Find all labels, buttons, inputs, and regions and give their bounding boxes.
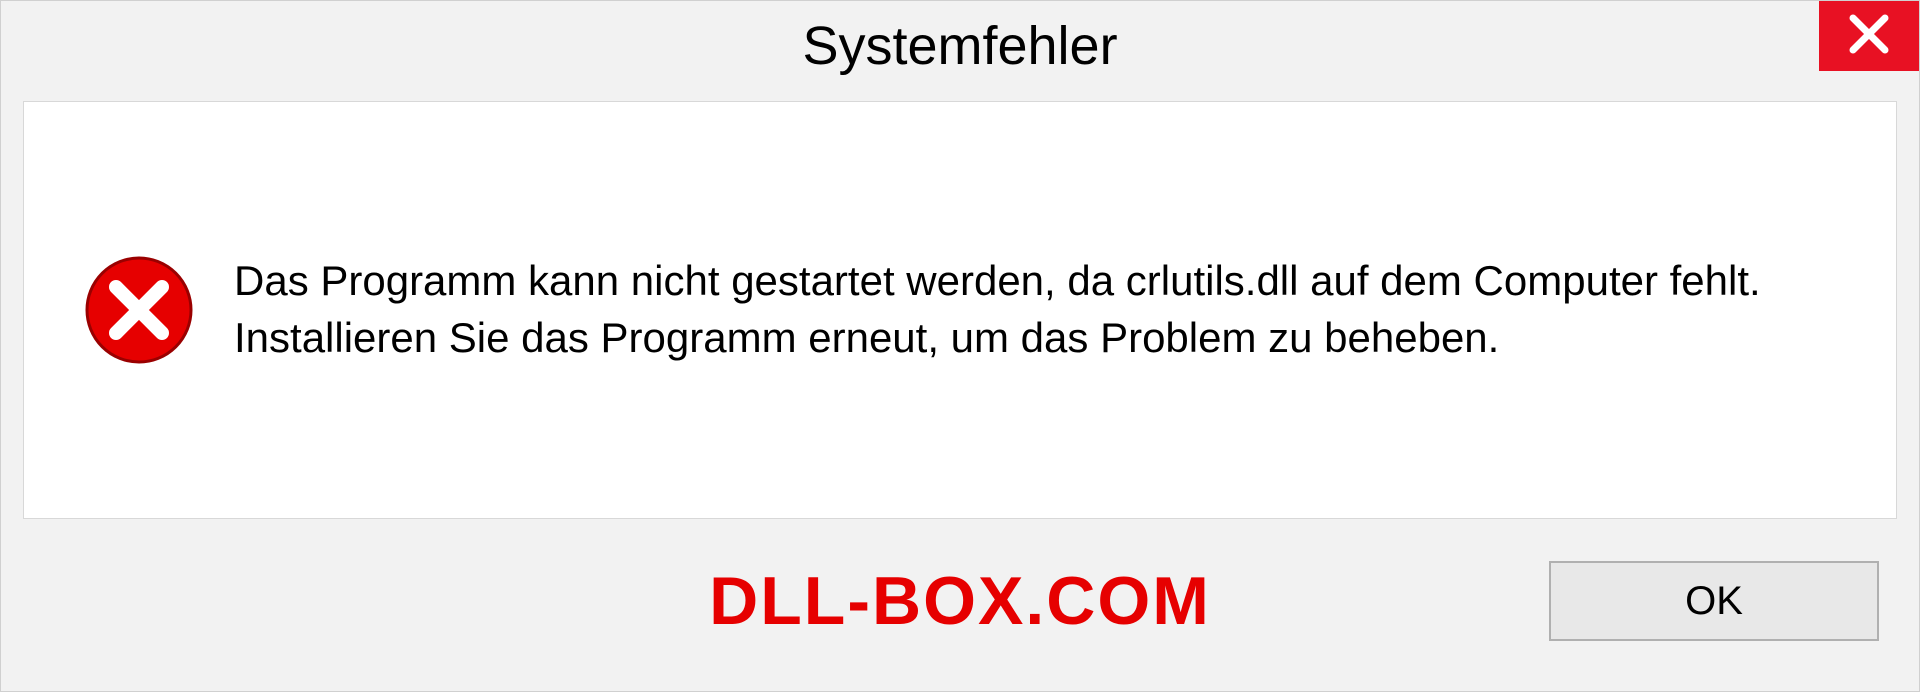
close-icon	[1847, 12, 1891, 61]
content-panel: Das Programm kann nicht gestartet werden…	[23, 101, 1897, 519]
ok-button[interactable]: OK	[1549, 561, 1879, 641]
dialog-footer: DLL-BOX.COM OK	[1, 541, 1919, 691]
titlebar: Systemfehler	[1, 1, 1919, 91]
dialog-title: Systemfehler	[802, 15, 1117, 77]
watermark-text: DLL-BOX.COM	[709, 562, 1211, 640]
error-dialog: Systemfehler Das Programm kann nicht ges…	[0, 0, 1920, 692]
error-message: Das Programm kann nicht gestartet werden…	[234, 253, 1836, 366]
close-button[interactable]	[1819, 1, 1919, 71]
error-icon	[84, 255, 194, 365]
